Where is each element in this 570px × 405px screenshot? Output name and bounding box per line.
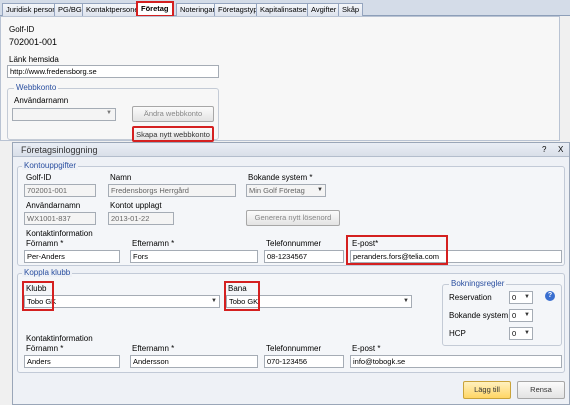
hcp-label: HCP [449, 329, 466, 338]
account-booking-system-value: Min Golf Företag [249, 186, 305, 195]
golf-id-label: Golf-ID [9, 25, 35, 34]
booking-system-rule-value: 0 [512, 311, 517, 320]
club-contact-label: Kontaktinformation [26, 334, 93, 343]
reservation-select[interactable]: 0 ▼ [509, 291, 533, 304]
change-webaccount-button[interactable]: Ändra webbkonto [132, 106, 214, 122]
chevron-down-icon: ▼ [403, 298, 409, 304]
reservation-value: 0 [512, 293, 517, 302]
chevron-down-icon: ▼ [524, 330, 530, 336]
account-section: Kontouppgifter Golf-ID 702001-001 Namn F… [17, 161, 565, 266]
chevron-down-icon: ▼ [317, 187, 323, 193]
create-webaccount-button[interactable]: Skapa nytt webbkonto [132, 126, 214, 142]
info-icon[interactable]: ? [545, 291, 555, 301]
reservation-label: Reservation [449, 293, 492, 302]
booking-rules-group: Bokningsregler Reservation 0 ▼ Bokande s… [442, 279, 562, 346]
company-login-dialog: Företagsinloggning ? X Kontouppgifter Go… [12, 142, 570, 405]
club-email-label: E-post * [352, 344, 381, 353]
clear-button[interactable]: Rensa [517, 381, 565, 399]
hcp-select[interactable]: 0 ▼ [509, 327, 533, 340]
chevron-down-icon: ▼ [524, 312, 530, 318]
club-section: Koppla klubb Klubb Tobo GK ▼ Bana Tobo G… [17, 268, 565, 373]
booking-system-rule-select[interactable]: 0 ▼ [509, 309, 533, 322]
tab-juridisk-person[interactable]: Juridisk person [2, 3, 61, 16]
club-email-input[interactable]: info@tobogk.se [350, 355, 562, 368]
account-lastname-label: Efternamn * [132, 239, 175, 248]
dialog-titlebar: Företagsinloggning ? X [13, 143, 569, 157]
account-name-label: Namn [110, 173, 132, 182]
dialog-title: Företagsinloggning [21, 145, 98, 155]
account-section-title: Kontouppgifter [22, 161, 79, 170]
account-name-field: Fredensborgs Herrgård [108, 184, 236, 197]
chevron-down-icon: ▼ [106, 110, 112, 116]
club-lastname-input[interactable]: Andersson [130, 355, 258, 368]
account-golf-id-field: 702001-001 [24, 184, 96, 197]
tab-foretag[interactable]: Företag [136, 1, 174, 17]
booking-system-rule-label: Bokande system [449, 311, 509, 320]
account-lastname-input[interactable]: Fors [130, 250, 258, 263]
add-button[interactable]: Lägg till [463, 381, 511, 399]
company-panel: Golf-ID 702001-001 Länk hemsida http://w… [0, 16, 560, 142]
club-firstname-input[interactable]: Anders [24, 355, 120, 368]
club-lastname-label: Efternamn * [132, 344, 175, 353]
account-firstname-input[interactable]: Per-Anders [24, 250, 120, 263]
account-contact-label: Kontaktinformation [26, 229, 93, 238]
club-firstname-label: Förnamn * [26, 344, 64, 353]
email-highlight [346, 235, 448, 265]
account-booking-system-label: Bokande system * [248, 173, 313, 182]
account-created-label: Kontot upplagt [110, 201, 162, 210]
help-icon[interactable]: ? [542, 145, 546, 154]
webaccount-title: Webbkonto [14, 83, 59, 92]
tab-strip: Juridisk person PG/BG Kontaktpersoner Fö… [0, 0, 570, 17]
tab-avgifter[interactable]: Avgifter [307, 3, 341, 16]
homepage-label: Länk hemsida [9, 55, 59, 64]
club-section-title: Koppla klubb [22, 268, 73, 277]
tab-kapitalinsatser[interactable]: Kapitalinsatser [256, 3, 314, 16]
club-phone-label: Telefonnummer [266, 344, 322, 353]
account-golf-id-label: Golf-ID [26, 173, 52, 182]
golf-id-value: 702001-001 [9, 37, 58, 47]
account-phone-input[interactable]: 08-1234567 [264, 250, 344, 263]
account-phone-label: Telefonnummer [266, 239, 322, 248]
close-icon[interactable]: X [558, 145, 563, 154]
chevron-down-icon: ▼ [211, 298, 217, 304]
course-highlight [224, 281, 260, 311]
homepage-input[interactable]: http://www.fredensborg.se [7, 65, 219, 78]
account-created-field: 2013-01-22 [108, 212, 174, 225]
generate-password-button[interactable]: Generera nytt lösenord [246, 210, 340, 226]
club-highlight [22, 281, 54, 311]
tab-skap[interactable]: Skåp [338, 3, 364, 16]
account-firstname-label: Förnamn * [26, 239, 64, 248]
webaccount-username-select[interactable] [12, 108, 116, 121]
webaccount-group: Webbkonto Användarnamn ▼ Ändra webbkonto… [7, 83, 219, 142]
hcp-value: 0 [512, 329, 517, 338]
account-username-label: Användarnamn [26, 201, 81, 210]
webaccount-username-label: Användarnamn [14, 96, 69, 105]
account-booking-system-select[interactable]: Min Golf Företag ▼ [246, 184, 326, 197]
tab-foretagstyp[interactable]: Företagstyp [214, 3, 262, 16]
tab-noteringar[interactable]: Noteringar [176, 3, 220, 16]
club-phone-input[interactable]: 070-123456 [264, 355, 344, 368]
tab-pg-bg[interactable]: PG/BG [54, 3, 86, 16]
account-username-field: WX1001-837 [24, 212, 96, 225]
booking-rules-title: Bokningsregler [449, 279, 507, 288]
chevron-down-icon: ▼ [524, 294, 530, 300]
